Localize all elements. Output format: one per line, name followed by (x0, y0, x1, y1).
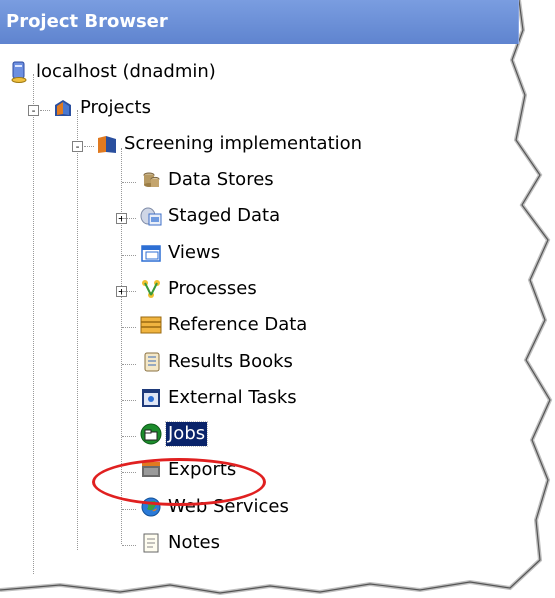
tree-node-results-books[interactable]: Results Books (140, 348, 295, 376)
tree-connector (122, 436, 136, 438)
processes-icon (140, 278, 162, 300)
tree-connector (122, 545, 136, 546)
tree-node-project[interactable]: Screening implementation (96, 130, 364, 158)
tree-node-external-tasks[interactable]: External Tasks (140, 384, 299, 412)
tree-node-label: Views (168, 241, 221, 263)
tree-connector (122, 399, 136, 401)
tree-node-exports[interactable]: Exports (140, 456, 238, 484)
tree-node-jobs[interactable]: Jobs (140, 420, 209, 448)
project-book-icon (96, 133, 118, 155)
tree-node-views[interactable]: Views (140, 239, 222, 267)
tree-connector (122, 327, 136, 329)
tree-guide-line (77, 110, 78, 550)
tree-connector (84, 146, 94, 147)
tree-node-label: Results Books (168, 350, 293, 372)
tree-node-processes[interactable]: Processes (140, 275, 259, 303)
collapse-expander[interactable]: - (28, 105, 39, 116)
tree-node-label: Web Services (168, 495, 289, 517)
tree-connector (122, 254, 136, 256)
tree-node-notes[interactable]: Notes (140, 529, 222, 557)
panel-header: Project Browser (0, 0, 519, 44)
tree-node-label: Exports (168, 459, 237, 481)
collapse-expander[interactable]: - (72, 141, 83, 152)
tree-node-staged-data[interactable]: Staged Data (140, 202, 282, 230)
tree-connector (122, 182, 136, 183)
tree-connector (122, 508, 136, 510)
panel-title: Project Browser (6, 11, 168, 32)
external-tasks-icon (140, 387, 162, 409)
tree-node-label: Notes (168, 532, 220, 553)
tree-node-data-stores[interactable]: Data Stores (140, 166, 276, 194)
tree-node-label: localhost (dnadmin) (36, 61, 216, 82)
web-services-icon (140, 496, 162, 518)
data-stores-icon (140, 169, 162, 191)
tree-node-label: Jobs (164, 421, 209, 448)
tree-guide-line (121, 148, 122, 544)
project-tree: localhost (dnadmin) - Projects - Screeni… (0, 44, 530, 584)
reference-data-icon (140, 314, 162, 336)
tree-connector (122, 472, 136, 474)
tree-node-label: Reference Data (168, 314, 308, 336)
staged-data-icon (140, 205, 162, 227)
project-browser-panel: Project Browser localhost (dnadmin) - Pr… (0, 0, 555, 598)
views-icon (140, 242, 162, 264)
exports-icon (140, 459, 162, 481)
tree-guide-line (33, 74, 34, 574)
tree-node-server[interactable]: localhost (dnadmin) (8, 58, 218, 86)
tree-node-web-services[interactable]: Web Services (140, 493, 291, 521)
tree-node-label: External Tasks (168, 386, 297, 408)
tree-node-label: Screening implementation (124, 133, 363, 154)
tree-connector (122, 290, 136, 292)
tree-node-reference-data[interactable]: Reference Data (140, 311, 309, 339)
notes-icon (140, 532, 162, 554)
tree-connector (40, 110, 50, 111)
tree-connector (122, 363, 136, 365)
tree-node-label: Processes (168, 277, 257, 299)
tree-node-label: Projects (80, 97, 151, 118)
tree-node-label: Staged Data (168, 205, 281, 227)
tree-connector (122, 218, 136, 220)
results-books-icon (140, 351, 162, 373)
projects-icon (52, 97, 74, 119)
tree-node-projects[interactable]: Projects (52, 94, 153, 122)
jobs-icon (140, 423, 162, 445)
tree-node-label: Data Stores (168, 169, 274, 190)
server-icon (8, 61, 30, 83)
